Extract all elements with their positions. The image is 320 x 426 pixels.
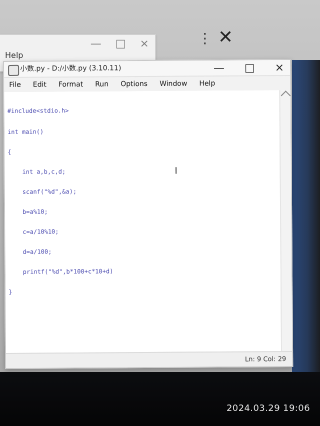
menu-window[interactable]: Window [158, 79, 190, 89]
code-text-area[interactable]: #include<stdio.h> int main() { int a,b,c… [7, 94, 276, 354]
code-editor[interactable]: #include<stdio.h> int main() { int a,b,c… [4, 89, 293, 354]
close-icon[interactable]: ✕ [218, 27, 233, 48]
photo-timestamp: 2024.03.29 19:06 [226, 404, 310, 414]
code-line: c=a/10%10; [8, 228, 59, 237]
more-options-icon[interactable]: ⋮ [198, 31, 212, 47]
window-titlebar[interactable]: 小数.py - D:/小数.py (3.10.11) — □ × [4, 59, 291, 78]
code-line: int a,b,c,d; [7, 168, 66, 176]
code-line: scanf("%d",&a); [7, 188, 77, 196]
code-line: } [8, 289, 13, 297]
maximize-icon[interactable]: □ [244, 61, 254, 74]
menu-run[interactable]: Run [93, 79, 111, 89]
background-menu-help[interactable]: Help [5, 51, 23, 60]
code-line: d=a/100; [8, 248, 52, 257]
menu-options[interactable]: Options [119, 79, 150, 89]
maximize-icon[interactable]: □ [115, 38, 125, 50]
vertical-scrollbar[interactable] [279, 89, 293, 353]
code-line: b=a%10; [8, 208, 48, 216]
status-bar: Ln: 9 Col: 29 [6, 350, 293, 368]
close-icon[interactable]: × [140, 38, 149, 50]
code-line: #include<stdio.h> [7, 107, 69, 116]
menu-format[interactable]: Format [56, 79, 85, 89]
text-cursor-icon: I [174, 166, 178, 177]
code-line: { [7, 148, 12, 156]
code-line: printf("%d",b*100+c*10+d) [8, 268, 114, 277]
menu-edit[interactable]: Edit [31, 80, 49, 90]
desktop-background-right [292, 60, 320, 400]
background-window-controls: — □ × [90, 38, 149, 50]
window-title: 小数.py - D:/小数.py (3.10.11) [20, 64, 122, 73]
minimize-icon[interactable]: — [213, 61, 224, 74]
menu-file[interactable]: File [7, 80, 23, 90]
scroll-up-icon[interactable] [280, 90, 291, 101]
idle-editor-window[interactable]: 小数.py - D:/小数.py (3.10.11) — □ × File Ed… [3, 58, 294, 369]
python-file-icon [8, 64, 20, 76]
close-icon[interactable]: × [275, 61, 284, 74]
code-line: int main() [7, 128, 44, 136]
monitor-bezel [0, 372, 320, 426]
menu-help[interactable]: Help [197, 79, 217, 89]
cursor-position: Ln: 9 Col: 29 [244, 355, 287, 364]
window-controls: — □ × [213, 61, 284, 74]
minimize-icon[interactable]: — [90, 38, 101, 50]
